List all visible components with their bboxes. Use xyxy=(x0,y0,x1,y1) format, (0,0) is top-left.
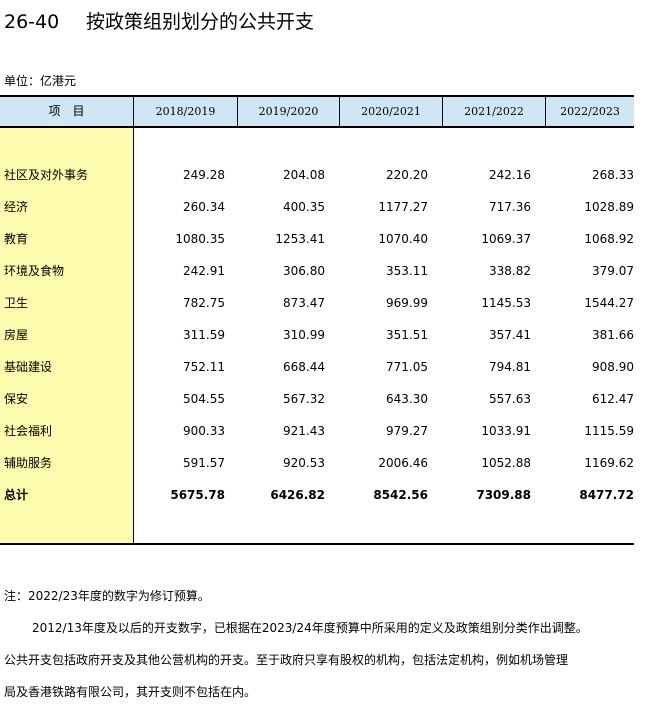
table-row: 环境及食物 242.91 306.80 353.11 338.82 379.07 xyxy=(0,255,634,287)
row-value: 771.05 xyxy=(386,360,428,374)
row-value: 612.47 xyxy=(592,392,634,406)
row-value: 379.07 xyxy=(592,264,634,278)
row-label: 经济 xyxy=(4,200,29,214)
table-header: 项 目 2018/2019 2019/2020 2020/2021 2021/2… xyxy=(0,97,634,128)
row-label: 教育 xyxy=(4,232,29,246)
row-value: 1069.37 xyxy=(481,232,531,246)
row-label: 社区及对外事务 xyxy=(4,168,89,182)
note-line-4: 局及香港铁路有限公司，其开支则不包括在内。 xyxy=(4,685,257,699)
table-row: 教育 1080.35 1253.41 1070.40 1069.37 1068.92 xyxy=(0,223,634,255)
row-value: 1177.27 xyxy=(378,200,428,214)
header-year-3: 2020/2021 xyxy=(339,97,442,126)
row-value: 567.32 xyxy=(283,392,325,406)
row-value: 338.82 xyxy=(489,264,531,278)
row-value: 1033.91 xyxy=(481,424,531,438)
table-row: 保安 504.55 567.32 643.30 557.63 612.47 xyxy=(0,383,634,415)
row-value: 900.33 xyxy=(183,424,225,438)
table-row: 经济 260.34 400.35 1177.27 717.36 1028.89 xyxy=(0,191,634,223)
total-value: 6426.82 xyxy=(270,488,325,502)
row-label: 卫生 xyxy=(4,296,29,310)
row-value: 351.51 xyxy=(386,328,428,342)
row-value: 921.43 xyxy=(283,424,325,438)
row-label: 辅助服务 xyxy=(4,456,53,470)
row-value: 1052.88 xyxy=(481,456,531,470)
total-value: 8542.56 xyxy=(373,488,428,502)
row-value: 1544.27 xyxy=(584,296,634,310)
total-value: 5675.78 xyxy=(170,488,225,502)
header-item: 项 目 xyxy=(48,104,85,118)
row-value: 557.63 xyxy=(489,392,531,406)
row-value: 1068.92 xyxy=(584,232,634,246)
table-row: 辅助服务 591.57 920.53 2006.46 1052.88 1169.62 xyxy=(0,447,634,479)
row-value: 979.27 xyxy=(386,424,428,438)
total-label: 总计 xyxy=(4,488,29,502)
row-value: 908.90 xyxy=(592,360,634,374)
row-value: 1115.59 xyxy=(584,424,634,438)
row-value: 242.91 xyxy=(183,264,225,278)
row-value: 204.08 xyxy=(283,168,325,182)
row-value: 752.11 xyxy=(183,360,225,374)
header-year-2: 2019/2020 xyxy=(237,97,339,126)
row-value: 310.99 xyxy=(283,328,325,342)
header-year-4: 2021/2022 xyxy=(442,97,545,126)
total-value: 8477.72 xyxy=(579,488,634,502)
row-value: 782.75 xyxy=(183,296,225,310)
table-title: 按政策组别划分的公共开支 xyxy=(86,11,315,33)
row-label: 房屋 xyxy=(4,328,29,342)
row-value: 353.11 xyxy=(386,264,428,278)
row-value: 1253.41 xyxy=(275,232,325,246)
row-value: 504.55 xyxy=(183,392,225,406)
table-number: 26-40 xyxy=(4,11,60,33)
row-value: 306.80 xyxy=(283,264,325,278)
row-value: 242.16 xyxy=(489,168,531,182)
row-value: 873.47 xyxy=(283,296,325,310)
row-value: 268.33 xyxy=(592,168,634,182)
row-value: 1028.89 xyxy=(584,200,634,214)
header-year-1: 2018/2019 xyxy=(133,97,237,126)
row-value: 220.20 xyxy=(386,168,428,182)
table-row: 社会福利 900.33 921.43 979.27 1033.91 1115.59 xyxy=(0,415,634,447)
row-value: 969.99 xyxy=(386,296,428,310)
expenditure-table: 项 目 2018/2019 2019/2020 2020/2021 2021/2… xyxy=(0,95,634,545)
note-line-2: 2012/13年度及以后的开支数字，已根据在2023/24年度预算中所采用的定义… xyxy=(32,621,588,635)
row-value: 400.35 xyxy=(283,200,325,214)
row-value: 260.34 xyxy=(183,200,225,214)
unit-label: 单位：亿港元 xyxy=(4,74,77,88)
note-line-3: 公共开支包括政府开支及其他公营机构的开支。至于政府只享有股权的机构，包括法定机构… xyxy=(4,653,569,667)
row-value: 717.36 xyxy=(489,200,531,214)
note-line-1: 注：2022/23年度的数字为修订预算。 xyxy=(4,589,210,603)
row-value: 2006.46 xyxy=(378,456,428,470)
row-value: 794.81 xyxy=(489,360,531,374)
row-value: 643.30 xyxy=(386,392,428,406)
row-value: 357.41 xyxy=(489,328,531,342)
table-row: 房屋 311.59 310.99 351.51 357.41 381.66 xyxy=(0,319,634,351)
row-label: 社会福利 xyxy=(4,424,53,438)
row-value: 1169.62 xyxy=(584,456,634,470)
table-row: 社区及对外事务 249.28 204.08 220.20 242.16 268.33 xyxy=(0,159,634,191)
row-value: 1080.35 xyxy=(175,232,225,246)
row-value: 381.66 xyxy=(592,328,634,342)
row-value: 920.53 xyxy=(283,456,325,470)
row-value: 591.57 xyxy=(183,456,225,470)
row-value: 1070.40 xyxy=(378,232,428,246)
total-value: 7309.88 xyxy=(476,488,531,502)
table-row: 卫生 782.75 873.47 969.99 1145.53 1544.27 xyxy=(0,287,634,319)
row-value: 668.44 xyxy=(283,360,325,374)
row-label: 保安 xyxy=(4,392,29,406)
row-value: 311.59 xyxy=(183,328,225,342)
table-total-row: 总计 5675.78 6426.82 8542.56 7309.88 8477.72 xyxy=(0,479,634,511)
notes: 注：2022/23年度的数字为修订预算。 2012/13年度及以后的开支数字，已… xyxy=(4,580,588,708)
page-title: 26-40 按政策组别划分的公共开支 xyxy=(4,7,314,34)
row-value: 249.28 xyxy=(183,168,225,182)
header-year-5: 2022/2023 xyxy=(545,97,634,126)
table-row: 基础建设 752.11 668.44 771.05 794.81 908.90 xyxy=(0,351,634,383)
row-label: 基础建设 xyxy=(4,360,53,374)
row-label: 环境及食物 xyxy=(4,264,65,278)
row-value: 1145.53 xyxy=(481,296,531,310)
